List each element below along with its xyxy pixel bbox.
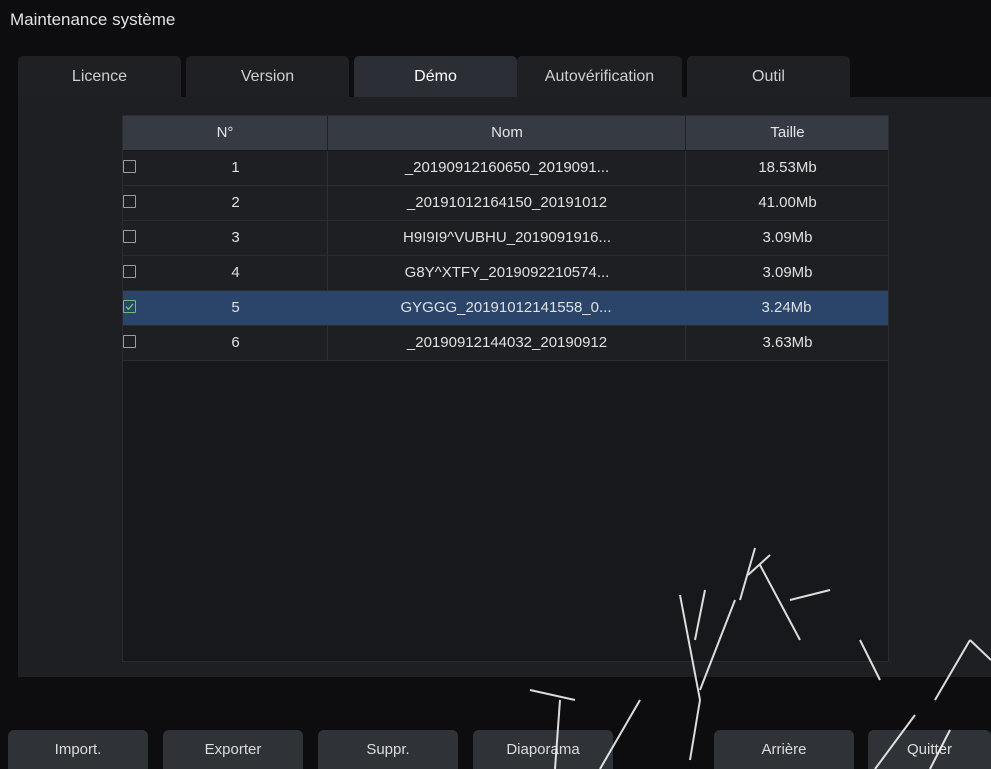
table-row[interactable]: 2 _20191012164150_20191012 41.00Mb: [123, 186, 888, 221]
bottom-button-bar: Import. Exporter Suppr. Diaporama Arrièr…: [0, 730, 991, 769]
row-number: 5: [231, 299, 240, 316]
column-header-name[interactable]: Nom: [327, 116, 686, 150]
row-size: 3.63Mb: [685, 326, 889, 360]
row-size: 41.00Mb: [685, 186, 889, 220]
row-size: 3.09Mb: [685, 256, 889, 290]
row-number: 4: [231, 264, 240, 281]
row-name: GYGGG_20191012141558_0...: [400, 299, 612, 316]
tab-licence[interactable]: Licence: [18, 56, 181, 98]
demo-panel: N° Nom Taille 1 _20190912160650_2019091.…: [18, 97, 991, 677]
row-name: _20190912144032_20190912: [327, 326, 686, 360]
table-row-selected[interactable]: 5 GYGGG_20191012141558_0... 3.24Mb: [123, 291, 888, 326]
back-button[interactable]: Arrière: [714, 730, 854, 769]
export-button[interactable]: Exporter: [163, 730, 303, 769]
system-maintenance-screen: Maintenance système Licence Version Démo…: [0, 0, 991, 769]
slideshow-button[interactable]: Diaporama: [473, 730, 613, 769]
table-header: N° Nom Taille: [123, 116, 888, 150]
column-header-number[interactable]: N°: [123, 116, 327, 150]
window-title: Maintenance système: [10, 10, 176, 29]
tab-tool[interactable]: Outil: [687, 56, 850, 98]
table-row[interactable]: 6 _20190912144032_20190912 3.63Mb: [123, 326, 888, 361]
row-name: G8Y^XTFY_2019092210574...: [327, 256, 686, 290]
tab-demo[interactable]: Démo: [354, 56, 517, 98]
row-number: 1: [231, 159, 240, 176]
import-button[interactable]: Import.: [8, 730, 148, 769]
tab-version[interactable]: Version: [186, 56, 349, 98]
row-number: 2: [231, 194, 240, 211]
row-size: 18.53Mb: [685, 151, 889, 185]
row-size: 3.09Mb: [685, 221, 889, 255]
table-row[interactable]: 4 G8Y^XTFY_2019092210574... 3.09Mb: [123, 256, 888, 291]
row-name: _20191012164150_20191012: [327, 186, 686, 220]
demo-file-table: N° Nom Taille 1 _20190912160650_2019091.…: [122, 115, 889, 662]
row-name: H9I9I9^VUBHU_2019091916...: [327, 221, 686, 255]
delete-button[interactable]: Suppr.: [318, 730, 458, 769]
table-row[interactable]: 1 _20190912160650_2019091... 18.53Mb: [123, 151, 888, 186]
row-name: _20190912160650_2019091...: [327, 151, 686, 185]
column-header-size[interactable]: Taille: [685, 116, 889, 150]
row-number: 6: [231, 334, 240, 351]
tab-self-check[interactable]: Autovérification: [517, 56, 682, 98]
row-number: 3: [231, 229, 240, 246]
row-size: 3.24Mb: [761, 299, 812, 316]
table-row[interactable]: 3 H9I9I9^VUBHU_2019091916... 3.09Mb: [123, 221, 888, 256]
quit-button[interactable]: Quitter: [868, 730, 991, 769]
